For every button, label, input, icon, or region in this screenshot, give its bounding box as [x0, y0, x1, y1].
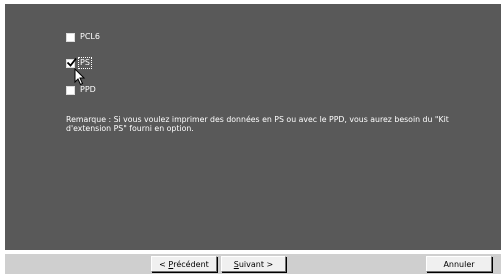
previous-button[interactable]: < Précédent: [151, 256, 217, 272]
checkmark-icon: [66, 57, 77, 67]
cancel-label: Annuler: [443, 259, 475, 269]
previous-label: récédent: [173, 259, 209, 269]
cancel-button[interactable]: Annuler: [426, 256, 492, 272]
pcl6-label: PCL6: [80, 32, 100, 41]
previous-arrow: <: [159, 259, 169, 269]
ps-checkbox[interactable]: [66, 57, 77, 68]
mouse-pointer-icon: [74, 68, 86, 86]
ppd-label: PPD: [80, 85, 96, 94]
ppd-checkbox[interactable]: [66, 85, 75, 95]
navigation-bar: < Précédent Suivant > Annuler: [5, 254, 501, 274]
pcl6-checkbox[interactable]: [66, 32, 75, 42]
next-label: uivant >: [238, 259, 274, 269]
option-pcl6[interactable]: PCL6: [66, 31, 101, 43]
ps-label: PS: [78, 57, 92, 69]
options-panel: PCL6 PS PPD Remarque : Si vous voulez im…: [5, 4, 501, 250]
remark-text: Remarque : Si vous voulez imprimer des d…: [66, 115, 449, 133]
next-button[interactable]: Suivant >: [221, 256, 286, 272]
